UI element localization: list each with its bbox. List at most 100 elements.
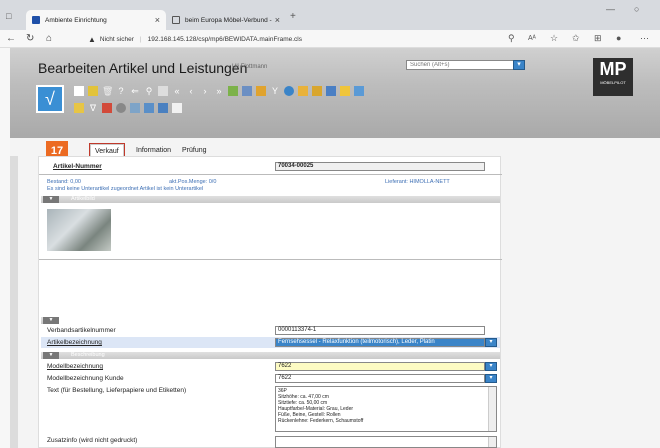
toolbar-row-1: 🗑 ? ⇐ ⚲ « ‹ › » Y xyxy=(74,86,364,96)
app-frame: Bearbeiten Artikel und Leistungen Uli Fl… xyxy=(10,48,660,448)
undo-icon[interactable]: ⇐ xyxy=(130,86,140,96)
warning-icon: ▲ xyxy=(88,34,96,44)
favorites-list-icon[interactable]: ✩ xyxy=(572,33,580,44)
save-check-button[interactable]: √ xyxy=(36,85,64,113)
artikelbezeichnung-field[interactable]: Fernsehsessel - Relaxfunktion (teilmotor… xyxy=(275,338,485,347)
divider xyxy=(39,259,502,260)
people-icon[interactable] xyxy=(228,86,238,96)
bestand-info: Bestand: 0,00 xyxy=(47,179,81,185)
app-header: Bearbeiten Artikel und Leistungen Uli Fl… xyxy=(10,48,660,138)
truck-icon[interactable] xyxy=(130,103,140,113)
close-tab-icon[interactable]: × xyxy=(155,15,160,25)
warehouse-icon[interactable] xyxy=(144,103,154,113)
artikelbezeichnung-label: Artikelbezeichnung xyxy=(47,339,102,346)
restore-button[interactable]: ○ xyxy=(634,4,639,14)
section-beschreibung[interactable]: ▼ Beschreibung xyxy=(41,352,500,359)
collections-icon[interactable]: ⊞ xyxy=(594,33,602,44)
close-tab-icon[interactable]: × xyxy=(275,15,280,25)
collapse-icon: ▼ xyxy=(43,317,59,324)
report-icon[interactable] xyxy=(340,86,350,96)
form-panel: Artikel-Nummer 70034-00025 Bestand: 0,00… xyxy=(38,156,502,448)
form-tabs: Verkauf Information Prüfung xyxy=(32,143,644,158)
back-icon[interactable]: ← xyxy=(6,33,16,45)
funnel-icon[interactable]: ∇ xyxy=(88,103,98,113)
artikel-nummer-label: Artikel-Nummer xyxy=(53,163,102,170)
zusatzinfo-textarea[interactable] xyxy=(275,436,497,448)
last-record-icon[interactable]: » xyxy=(214,86,224,96)
document-icon[interactable] xyxy=(158,103,168,113)
section-toggle[interactable]: ▼ xyxy=(41,317,59,324)
collapse-icon: ▼ xyxy=(43,352,59,359)
folder-icon[interactable] xyxy=(312,86,322,96)
box-icon[interactable] xyxy=(74,103,84,113)
previous-record-icon[interactable]: ‹ xyxy=(186,86,196,96)
search-tool-icon[interactable]: ⚲ xyxy=(144,86,154,96)
text-textarea[interactable]: 36P Sitzhöhe: ca. 47,00 cm Sitztiefe: ca… xyxy=(275,386,497,432)
toolbar-row-2: ∇ xyxy=(74,103,182,113)
browser-tab-bar: □ Ambiente Einrichtung × beim Europa Möb… xyxy=(0,0,660,30)
security-status: Nicht sicher xyxy=(99,35,134,43)
filter-icon[interactable]: Y xyxy=(270,86,280,96)
modellbezeichnung-kunde-label: Modellbezeichnung Kunde xyxy=(47,375,124,382)
modellbezeichnung-label: Modellbezeichnung xyxy=(47,363,104,370)
lieferant-info: Lieferant: HIMOLLA-NETT xyxy=(385,179,450,185)
delete-icon[interactable]: 🗑 xyxy=(102,86,113,96)
new-document-icon[interactable] xyxy=(74,86,84,96)
modellbezeichnung-kunde-dropdown[interactable]: ▾ xyxy=(485,374,497,383)
browser-tab-active[interactable]: Ambiente Einrichtung × xyxy=(26,10,166,30)
user-name: Uli Flottmann xyxy=(232,64,268,70)
tools-icon[interactable] xyxy=(242,86,252,96)
tab-title: Ambiente Einrichtung xyxy=(45,16,107,24)
verbandsartikelnummer-field[interactable]: 0000113374-1 xyxy=(275,326,485,335)
section-artikelbild[interactable]: ▼ Artikelbild xyxy=(41,196,500,203)
modellbezeichnung-field[interactable]: 7622 xyxy=(275,362,485,371)
textarea-scrollbar[interactable] xyxy=(488,437,496,447)
gallery-icon[interactable] xyxy=(172,103,182,113)
image-icon[interactable] xyxy=(354,86,364,96)
help-icon[interactable]: ? xyxy=(116,86,126,96)
artikelbezeichnung-dropdown[interactable]: ▾ xyxy=(485,338,497,347)
page-title: Bearbeiten Artikel und Leistungen xyxy=(38,60,248,76)
modellbezeichnung-dropdown[interactable]: ▾ xyxy=(485,362,497,371)
zusatzinfo-label: Zusatzinfo (wird nicht gedruckt) xyxy=(47,437,138,444)
home-icon[interactable]: ⌂ xyxy=(46,33,52,45)
first-record-icon[interactable]: « xyxy=(172,86,182,96)
akt-pos-menge-info: akt.Pos.Menge: 0/0 xyxy=(169,179,217,185)
globe-icon[interactable] xyxy=(284,86,294,96)
read-aloud-icon[interactable]: Aᴬ xyxy=(528,35,536,42)
new-tab-button[interactable]: + xyxy=(290,11,296,22)
artikel-image[interactable] xyxy=(47,209,111,251)
dollar-icon[interactable] xyxy=(256,86,266,96)
copy-icon[interactable] xyxy=(88,86,98,96)
group-icon[interactable] xyxy=(298,86,308,96)
next-record-icon[interactable]: › xyxy=(200,86,210,96)
collapse-icon: ▼ xyxy=(43,196,59,203)
minimize-button[interactable]: — xyxy=(606,4,615,14)
text-label: Text (für Bestellung, Lieferpapiere und … xyxy=(47,387,187,394)
favorite-icon[interactable]: ☆ xyxy=(550,33,558,44)
window-menu-icon[interactable]: □ xyxy=(6,11,11,21)
url-text: 192.168.145.128/csp/mp6/BEWIDATA.mainFra… xyxy=(147,35,302,43)
tab-title: beim Europa Möbel-Verbund - xyxy=(185,16,272,24)
modellbezeichnung-kunde-field[interactable]: 7622 xyxy=(275,374,485,383)
address-bar: ← ↻ ⌂ ▲ Nicht sicher | 192.168.145.128/c… xyxy=(0,30,660,48)
more-icon[interactable]: ⋯ xyxy=(640,33,649,44)
url-field[interactable]: ▲ Nicht sicher | 192.168.145.128/csp/mp6… xyxy=(88,32,518,46)
left-sidebar-handle[interactable] xyxy=(10,156,18,448)
textarea-scrollbar[interactable] xyxy=(488,387,496,431)
print-icon[interactable] xyxy=(158,86,168,96)
reload-icon[interactable]: ↻ xyxy=(26,33,34,45)
profile-icon[interactable]: ● xyxy=(616,33,621,43)
flag-icon[interactable] xyxy=(102,103,112,113)
network-icon[interactable] xyxy=(116,103,126,113)
page-favicon-icon xyxy=(172,16,180,24)
browser-tab[interactable]: beim Europa Möbel-Verbund - × xyxy=(166,10,286,30)
verbandsartikelnummer-label: Verbandsartikelnummer xyxy=(47,327,116,334)
search-input[interactable] xyxy=(406,60,518,70)
moebelpilot-logo: MP MÖBELPILOT xyxy=(593,58,633,96)
calendar-icon[interactable] xyxy=(326,86,336,96)
divider xyxy=(39,174,502,175)
key-icon[interactable]: ⚲ xyxy=(508,33,515,44)
mp-favicon-icon xyxy=(32,16,40,24)
search-button[interactable]: ▾ xyxy=(513,60,525,70)
